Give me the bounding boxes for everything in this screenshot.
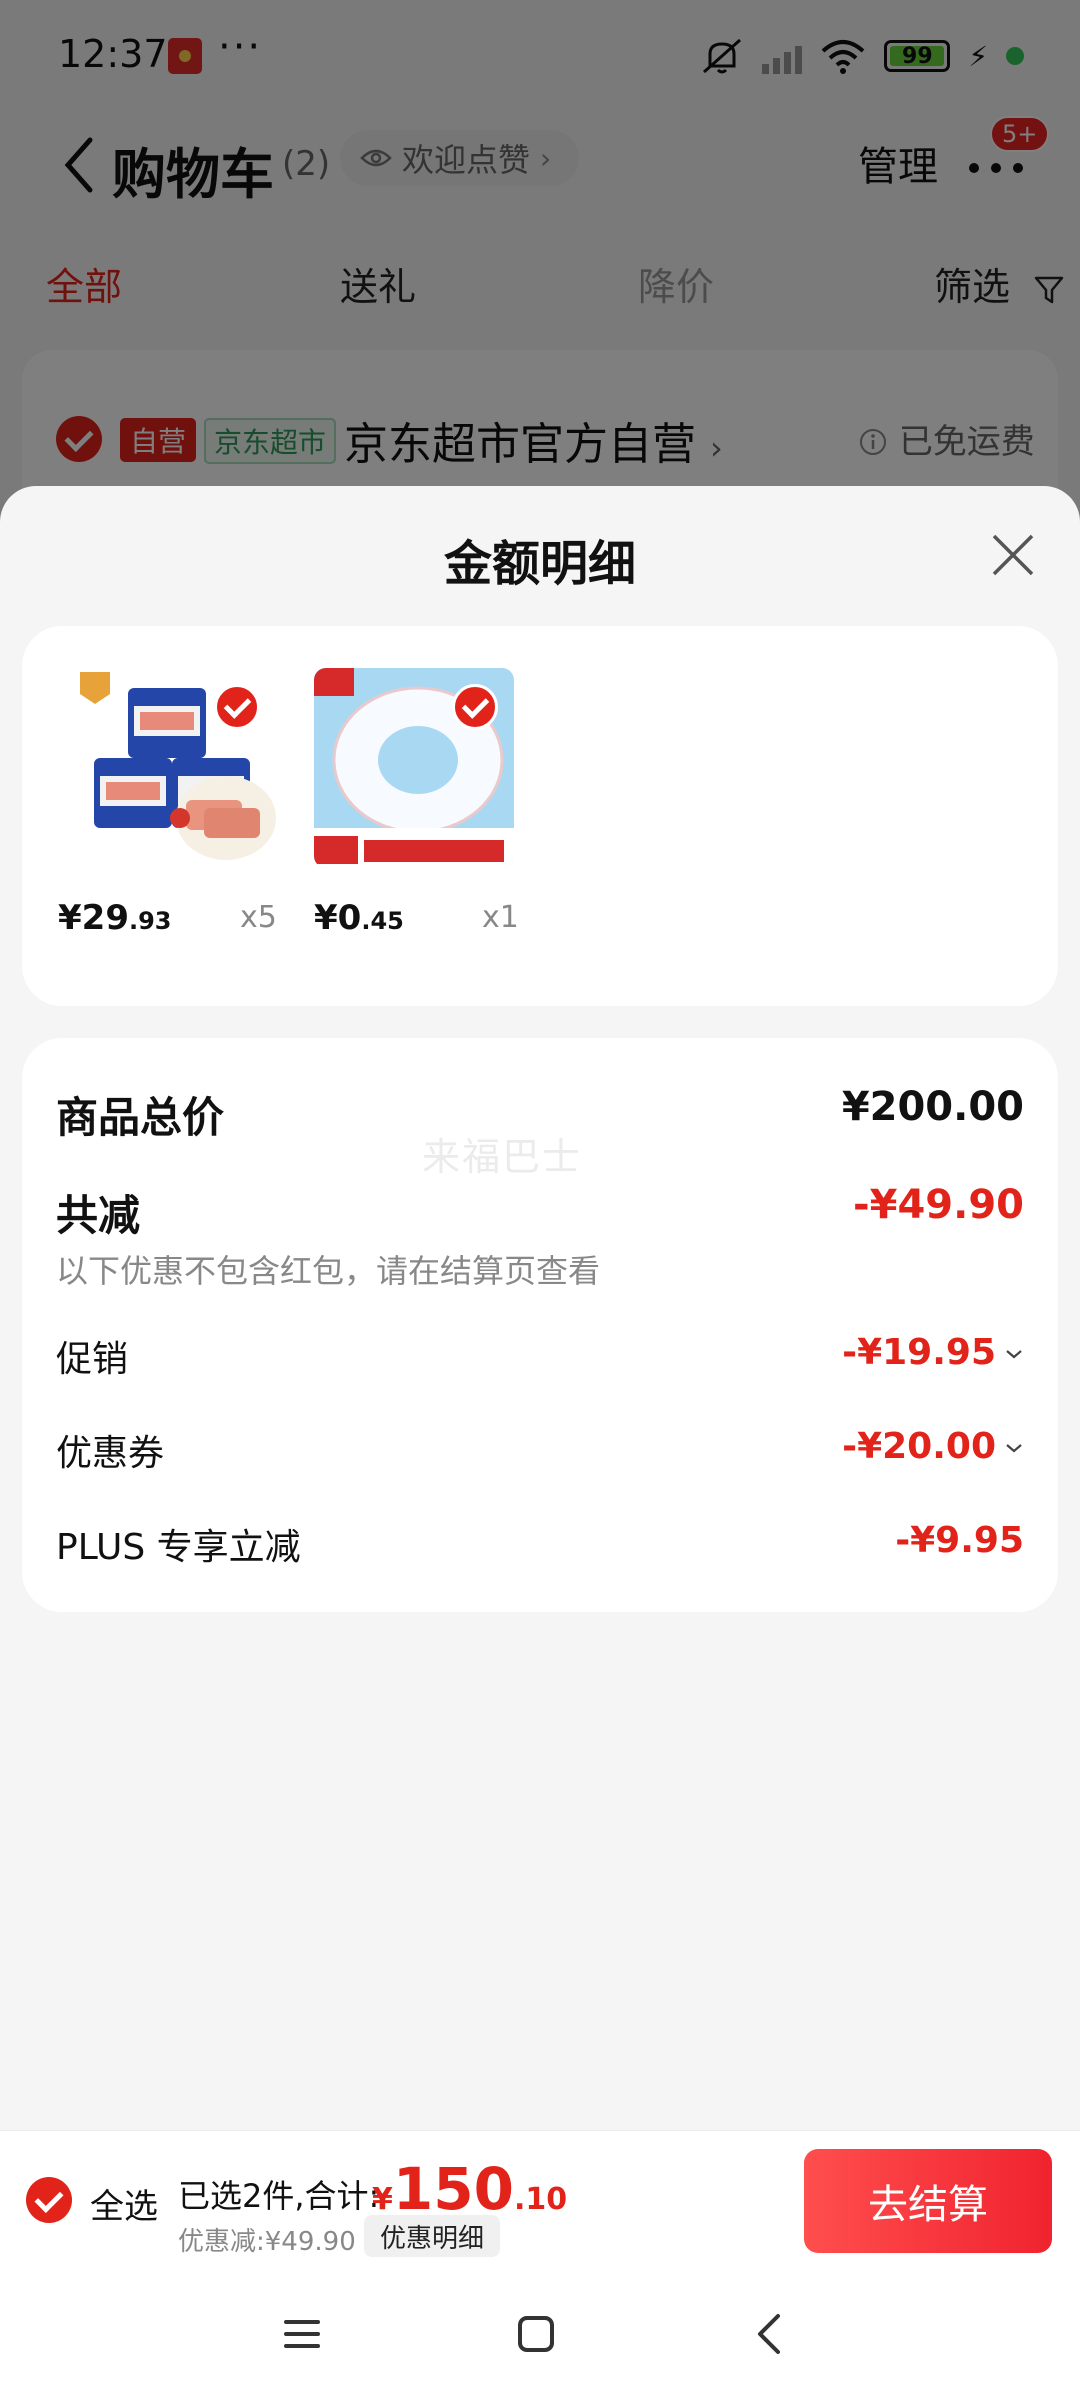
total-reduction-label: 共减 — [56, 1191, 141, 1240]
promotion-value[interactable]: -¥19.95 — [842, 1332, 996, 1373]
total-decimal: .10 — [513, 2182, 568, 2217]
product-price: ¥29.93 — [58, 898, 172, 938]
total-price-value: ¥200.00 — [841, 1084, 1024, 1130]
price-integer: ¥29 — [58, 898, 129, 938]
coupon-value[interactable]: -¥20.00 — [842, 1426, 996, 1467]
reduction-note: 以下优惠不包含红包，请在结算页查看 — [56, 1252, 601, 1290]
product-price: ¥0.45 — [314, 898, 404, 938]
checkout-bar: 全选 已选2件,合计: ¥150.10 优惠减:¥49.90 优惠明细 去结算 — [0, 2130, 1080, 2268]
total-reduction-value: -¥49.90 — [853, 1182, 1024, 1228]
select-all-checkbox[interactable] — [26, 2177, 72, 2223]
total-currency: ¥ — [372, 2182, 393, 2217]
product-checkbox[interactable] — [214, 684, 260, 730]
amount-detail-sheet: 金额明细 ¥29.93 x5 ¥0.45 x1 商品总价 ¥200.00 来福巴… — [0, 486, 1080, 2400]
plus-discount-value: -¥9.95 — [895, 1520, 1024, 1561]
plus-discount-label: PLUS 专享立减 — [56, 1527, 301, 1568]
product-quantity: x5 — [240, 900, 277, 935]
home-icon[interactable] — [512, 2310, 560, 2358]
checkout-button[interactable]: 去结算 — [804, 2149, 1052, 2253]
product-checkbox[interactable] — [452, 684, 498, 730]
promotion-label: 促销 — [56, 1339, 129, 1380]
watermark: 来福巴士 — [422, 1135, 583, 1179]
price-decimal: .45 — [361, 907, 404, 935]
products-card: ¥29.93 x5 ¥0.45 x1 — [22, 626, 1058, 1006]
close-icon[interactable] — [988, 530, 1038, 580]
price-integer: ¥0 — [314, 898, 362, 938]
sheet-title: 金额明细 — [443, 536, 636, 592]
price-summary-card: 商品总价 ¥200.00 来福巴士 共减 -¥49.90 以下优惠不包含红包，请… — [22, 1038, 1058, 1612]
coupon-label: 优惠券 — [56, 1433, 165, 1474]
nav-back-icon[interactable] — [746, 2310, 794, 2358]
chevron-down-icon[interactable] — [1004, 1344, 1024, 1364]
total-price-label: 商品总价 — [56, 1093, 225, 1142]
total-amount: ¥150.10 — [372, 2155, 567, 2223]
select-all-label[interactable]: 全选 — [90, 2179, 158, 2228]
selected-summary: 已选2件,合计: — [178, 2177, 380, 2215]
menu-icon[interactable] — [278, 2310, 326, 2358]
system-nav-bar — [0, 2268, 1080, 2400]
discount-summary: 优惠减:¥49.90 — [178, 2227, 356, 2257]
chevron-down-icon[interactable] — [1004, 1438, 1024, 1458]
discount-detail-button[interactable]: 优惠明细 — [364, 2215, 501, 2257]
product-quantity: x1 — [482, 900, 519, 935]
total-integer: 150 — [392, 2155, 514, 2223]
price-decimal: .93 — [128, 907, 172, 935]
